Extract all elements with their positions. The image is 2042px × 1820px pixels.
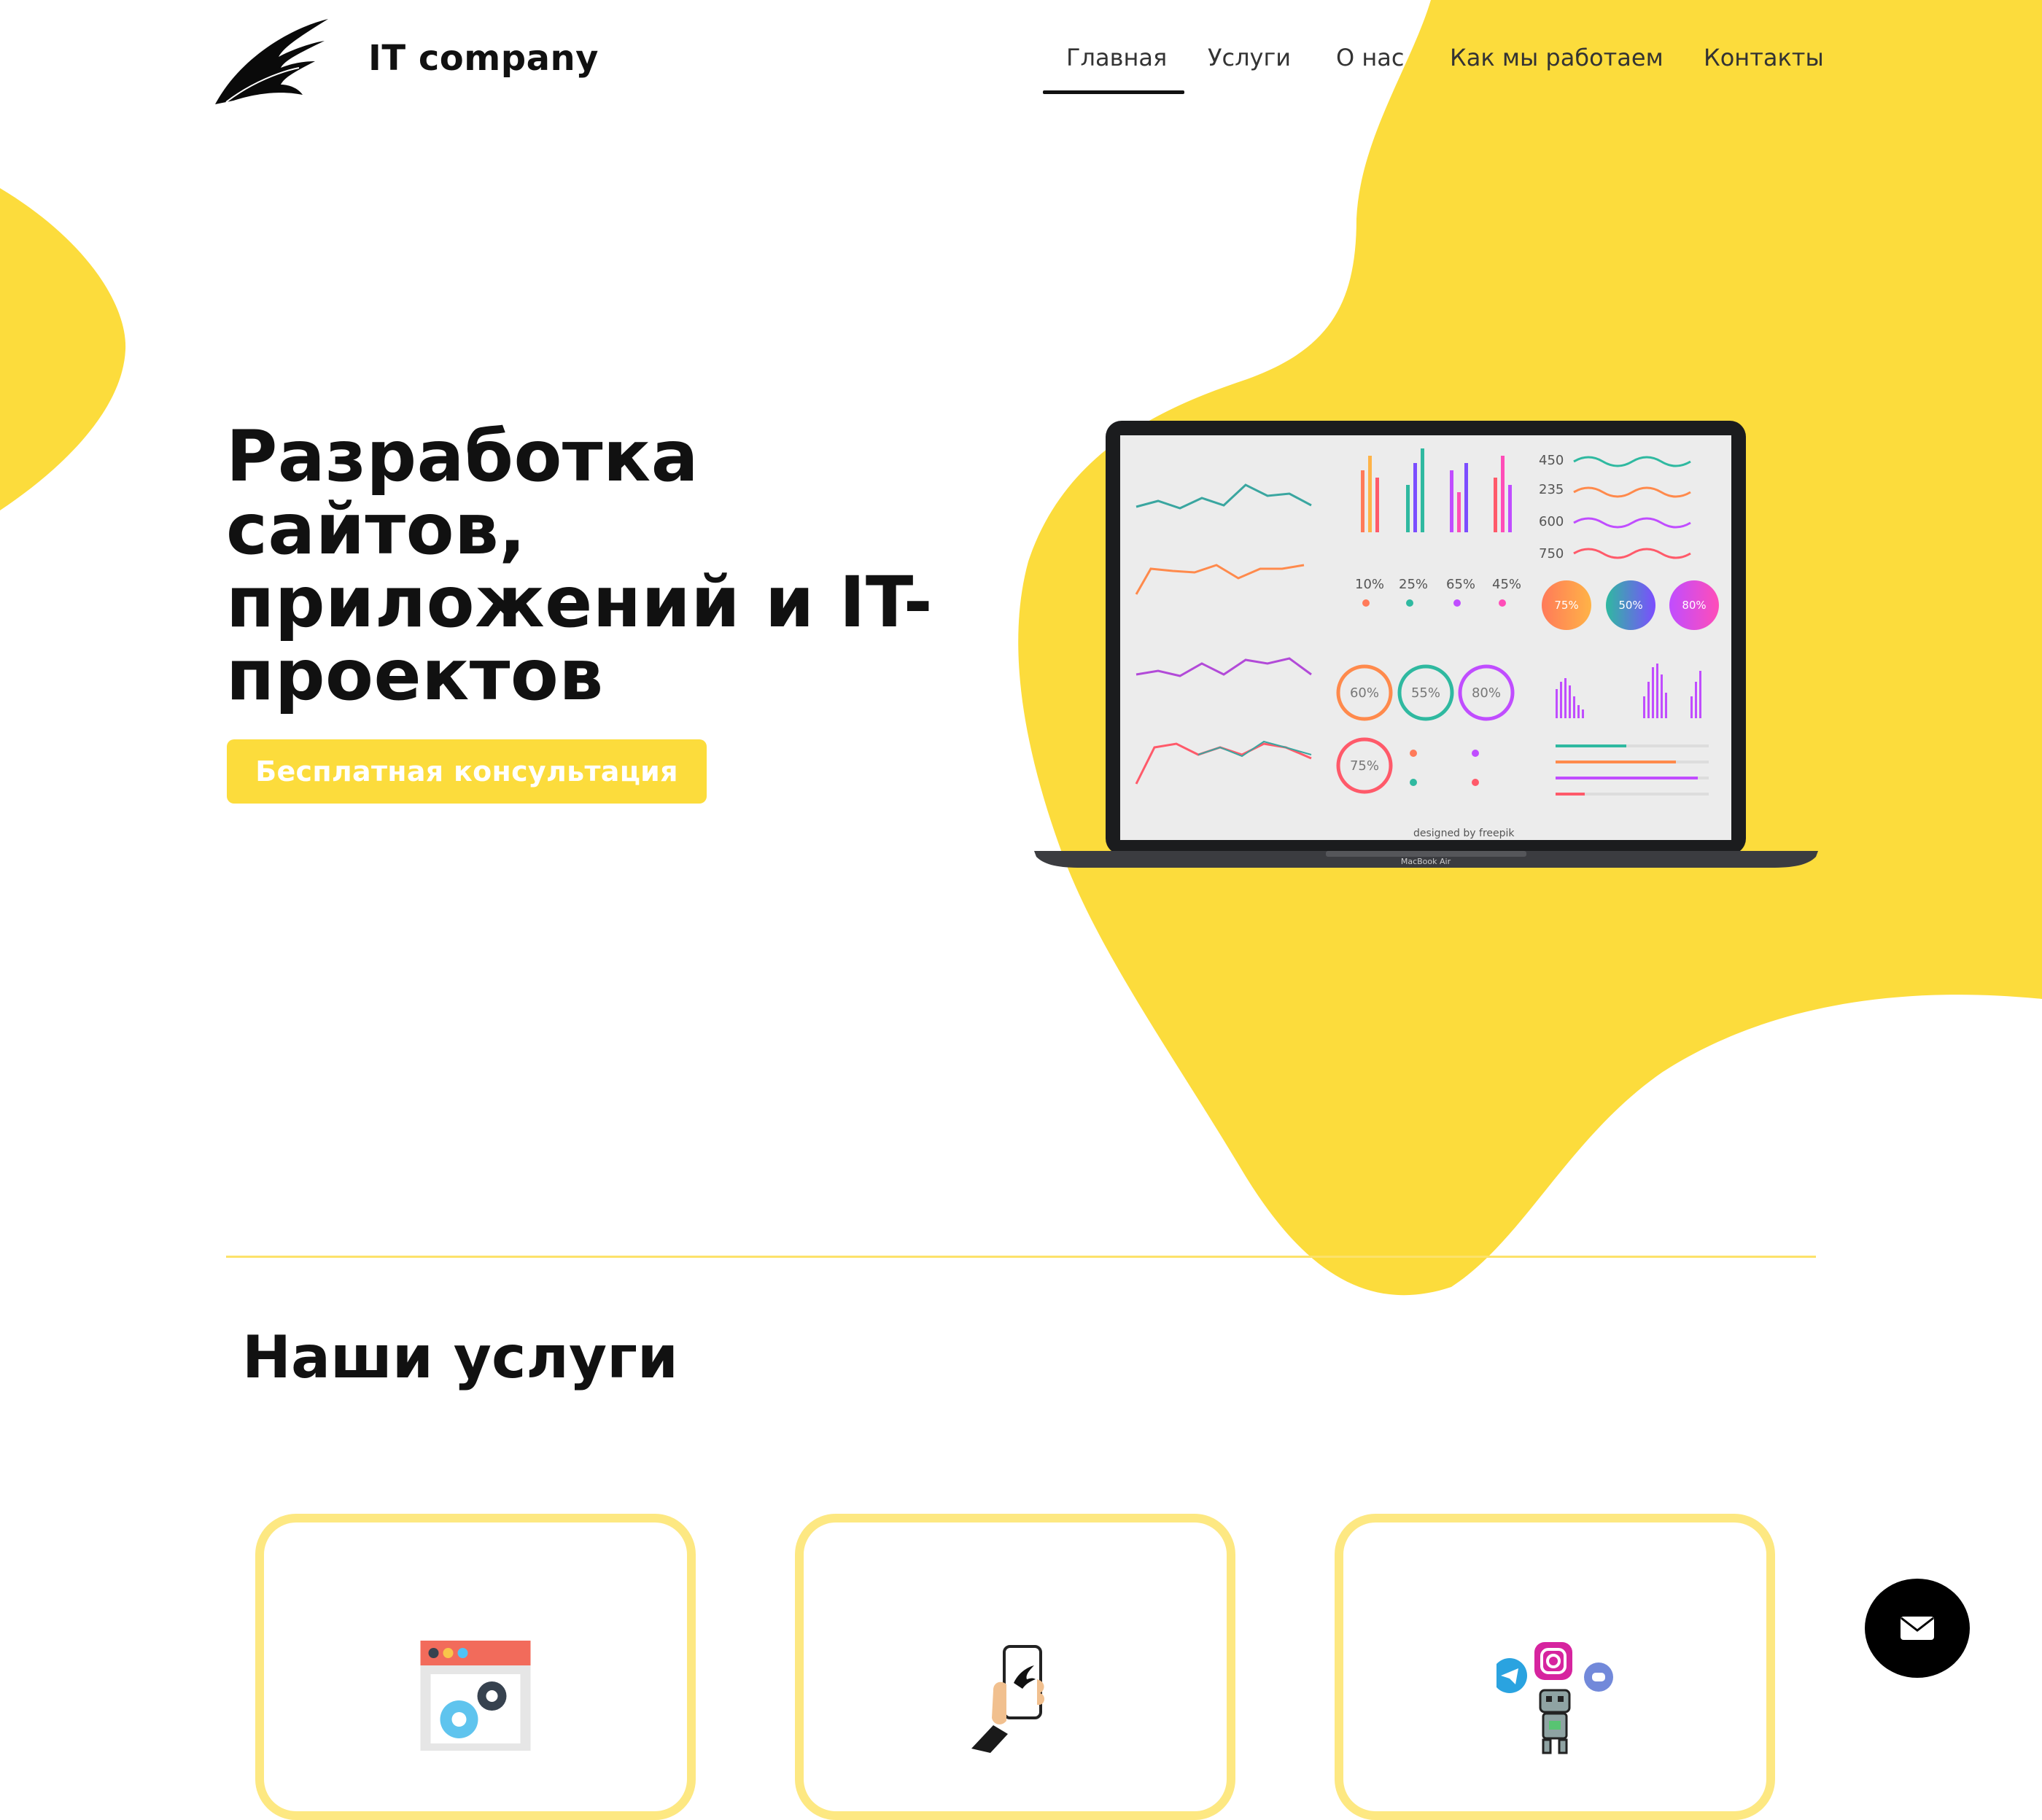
ring-percent: 80% bbox=[1682, 599, 1706, 612]
hero-title-line: проектов bbox=[226, 634, 604, 716]
brand-name[interactable]: IT company bbox=[368, 38, 599, 79]
web-settings-icon bbox=[420, 1641, 531, 1751]
feather-wing-logo[interactable] bbox=[211, 13, 335, 112]
dashboard-stat: 235 bbox=[1539, 482, 1564, 497]
nav-item-services[interactable]: Услуги bbox=[1208, 44, 1291, 71]
hero-title-line: приложений и IT- bbox=[226, 561, 933, 643]
nav-item-home[interactable]: Главная bbox=[1066, 44, 1167, 71]
contact-fab[interactable] bbox=[1865, 1579, 1970, 1678]
dashboard-percent: 65% bbox=[1446, 577, 1475, 592]
circle-percent: 55% bbox=[1411, 685, 1440, 701]
services-title: Наши услуги bbox=[242, 1323, 678, 1391]
dashboard-stat: 600 bbox=[1539, 514, 1564, 529]
nav-item-about[interactable]: О нас bbox=[1336, 44, 1404, 71]
dashboard-percent: 10% bbox=[1355, 577, 1384, 592]
ring-percent: 75% bbox=[1554, 599, 1578, 612]
nav-item-contacts[interactable]: Контакты bbox=[1704, 44, 1824, 71]
free-consultation-button[interactable]: Бесплатная консультация bbox=[227, 739, 707, 804]
hero-title-line: Разработка сайтов, bbox=[226, 416, 699, 570]
dashboard-stat: 750 bbox=[1539, 546, 1564, 561]
circle-percent: 80% bbox=[1472, 685, 1501, 701]
ring-percent: 50% bbox=[1618, 599, 1642, 612]
dashboard-percent: 45% bbox=[1492, 577, 1521, 592]
dashboard-percent: 25% bbox=[1399, 577, 1428, 592]
laptop-label: MacBook Air bbox=[1401, 857, 1451, 866]
section-divider bbox=[226, 1256, 1816, 1258]
background-blob bbox=[0, 0, 2042, 1296]
chatbot-social-icon bbox=[1496, 1642, 1613, 1754]
service-card-web[interactable] bbox=[255, 1514, 696, 1820]
envelope-icon bbox=[1901, 1617, 1934, 1640]
mobile-app-icon bbox=[971, 1645, 1044, 1753]
hero-title: Разработка сайтов, приложений и IT- прое… bbox=[226, 420, 985, 712]
nav-active-indicator bbox=[1043, 90, 1184, 94]
nav-item-how-we-work[interactable]: Как мы работаем bbox=[1450, 44, 1664, 71]
laptop-dashboard-illustration: 10% 25% 65% 45% 450 235 600 750 75% 50% … bbox=[1034, 421, 1818, 868]
circle-percent: 75% bbox=[1350, 758, 1379, 774]
dashboard-stat: 450 bbox=[1539, 453, 1564, 468]
service-card-mobile[interactable] bbox=[795, 1514, 1235, 1820]
service-card-chatbot[interactable] bbox=[1335, 1514, 1775, 1820]
illustration-credit: designed by freepik bbox=[1413, 828, 1515, 839]
circle-percent: 60% bbox=[1350, 685, 1379, 701]
